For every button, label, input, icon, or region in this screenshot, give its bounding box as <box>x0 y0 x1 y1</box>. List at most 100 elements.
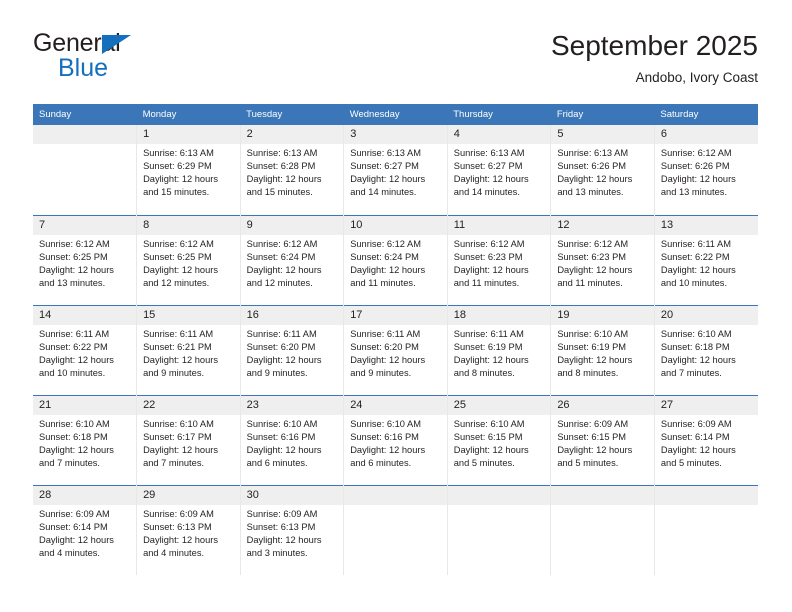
calendar-day-cell[interactable]: 16 Sunrise: 6:11 AM Sunset: 6:20 PM Dayligh… <box>239 304 344 395</box>
day-number: 20 <box>654 305 758 325</box>
calendar-day-cell[interactable]: 19 Sunrise: 6:10 AM Sunset: 6:19 PM Dayligh… <box>550 304 655 395</box>
day-number <box>344 485 447 505</box>
day-number: 23 <box>240 395 344 415</box>
calendar-day-cell[interactable]: 26 Sunrise: 6:09 AM Sunset: 6:15 PM Dayligh… <box>550 394 655 485</box>
sunset-text: Sunset: 6:13 PM <box>143 521 212 532</box>
sunset-text: Sunset: 6:25 PM <box>39 251 108 262</box>
calendar-day-cell[interactable]: 29 Sunrise: 6:09 AM Sunset: 6:13 PM Dayligh… <box>136 484 241 575</box>
calendar-day-cell[interactable]: 11 Sunrise: 6:12 AM Sunset: 6:23 PM Dayligh… <box>446 214 551 305</box>
day-number: 1 <box>137 125 240 144</box>
sunrise-text: Sunrise: 6:11 AM <box>660 238 731 249</box>
calendar-day-cell[interactable]: 2 Sunrise: 6:13 AM Sunset: 6:28 PM Daylight… <box>239 125 344 215</box>
day-detail: Sunrise: 6:11 AM Sunset: 6:21 PM Daylight:… <box>137 325 240 380</box>
calendar-day-cell[interactable]: 1 Sunrise: 6:13 AM Sunset: 6:29 PM Daylight… <box>136 125 241 215</box>
sunset-text: Sunset: 6:23 PM <box>453 251 523 262</box>
day-number: 14 <box>33 305 137 325</box>
sunrise-text: Sunrise: 6:11 AM <box>39 328 110 339</box>
sunset-text: Sunset: 6:20 PM <box>246 341 316 352</box>
daylight-text: Daylight: 12 hours and 6 minutes. <box>350 444 426 468</box>
calendar-day-cell[interactable]: 6 Sunrise: 6:12 AM Sunset: 6:26 PM Daylight… <box>653 125 758 215</box>
sunrise-text: Sunrise: 6:11 AM <box>143 328 214 339</box>
calendar-day-cell[interactable]: 18 Sunrise: 6:11 AM Sunset: 6:19 PM Dayligh… <box>446 304 551 395</box>
sunset-text: Sunset: 6:19 PM <box>453 341 523 352</box>
calendar-day-cell[interactable]: 23 Sunrise: 6:10 AM Sunset: 6:16 PM Dayligh… <box>239 394 344 485</box>
sunrise-text: Sunrise: 6:10 AM <box>350 418 421 429</box>
weekday-header-friday: Friday <box>550 104 655 125</box>
weekday-header-wednesday: Wednesday <box>343 104 448 125</box>
sunset-text: Sunset: 6:23 PM <box>557 251 627 262</box>
sunset-text: Sunset: 6:20 PM <box>350 341 419 352</box>
weekday-header-saturday: Saturday <box>654 104 758 125</box>
calendar-day-cell[interactable]: 24 Sunrise: 6:10 AM Sunset: 6:16 PM Dayligh… <box>343 394 448 485</box>
calendar-week-row: 1 Sunrise: 6:13 AM Sunset: 6:29 PM Daylight… <box>33 125 758 215</box>
day-number: 26 <box>551 395 654 415</box>
calendar-day-cell[interactable]: 4 Sunrise: 6:13 AM Sunset: 6:27 PM Daylight… <box>446 125 551 215</box>
daylight-text: Daylight: 12 hours and 9 minutes. <box>246 354 322 378</box>
sunset-text: Sunset: 6:25 PM <box>143 251 212 262</box>
sunrise-text: Sunrise: 6:12 AM <box>557 238 629 249</box>
sunset-text: Sunset: 6:26 PM <box>660 161 730 172</box>
day-detail: Sunrise: 6:11 AM Sunset: 6:22 PM Daylight:… <box>655 235 758 290</box>
calendar-day-cell[interactable]: 30 Sunrise: 6:09 AM Sunset: 6:13 PM Dayligh… <box>239 484 344 575</box>
calendar-day-cell[interactable]: 17 Sunrise: 6:11 AM Sunset: 6:20 PM Dayligh… <box>343 304 448 395</box>
calendar-day-cell[interactable]: 8 Sunrise: 6:12 AM Sunset: 6:25 PM Daylight… <box>136 214 241 305</box>
daylight-text: Daylight: 12 hours and 7 minutes. <box>143 444 218 468</box>
calendar-day-cell[interactable]: 15 Sunrise: 6:11 AM Sunset: 6:21 PM Dayligh… <box>136 304 241 395</box>
day-number: 5 <box>551 125 654 144</box>
day-number: 13 <box>654 215 758 235</box>
brand-logo[interactable]: General Blue <box>33 28 253 90</box>
calendar-day-cell[interactable]: 5 Sunrise: 6:13 AM Sunset: 6:26 PM Daylight… <box>550 125 655 215</box>
day-detail: Sunrise: 6:11 AM Sunset: 6:22 PM Daylight:… <box>33 325 136 380</box>
sunrise-text: Sunrise: 6:13 AM <box>246 148 318 158</box>
calendar-empty-cell <box>33 125 137 215</box>
day-number: 15 <box>137 305 240 325</box>
triangle-right-icon <box>102 35 131 54</box>
sunrise-text: Sunrise: 6:09 AM <box>660 418 732 429</box>
sunset-text: Sunset: 6:22 PM <box>660 251 730 262</box>
sunset-text: Sunset: 6:13 PM <box>246 521 316 532</box>
day-detail: Sunrise: 6:10 AM Sunset: 6:16 PM Daylight:… <box>241 415 344 470</box>
sunrise-text: Sunrise: 6:13 AM <box>557 148 629 158</box>
calendar-day-cell[interactable]: 10 Sunrise: 6:12 AM Sunset: 6:24 PM Dayligh… <box>343 214 448 305</box>
sunset-text: Sunset: 6:18 PM <box>39 431 108 442</box>
weekday-header-sunday: Sunday <box>33 104 137 125</box>
sunset-text: Sunset: 6:24 PM <box>246 251 316 262</box>
calendar-week-row: 21 Sunrise: 6:10 AM Sunset: 6:18 PM Dayligh… <box>33 394 758 485</box>
day-number: 3 <box>344 125 447 144</box>
weekday-header-row: Sunday Monday Tuesday Wednesday Thursday Frid… <box>33 104 758 125</box>
daylight-text: Daylight: 12 hours and 15 minutes. <box>143 174 218 198</box>
calendar-day-cell[interactable]: 25 Sunrise: 6:10 AM Sunset: 6:15 PM Dayligh… <box>446 394 551 485</box>
calendar-day-cell[interactable]: 14 Sunrise: 6:11 AM Sunset: 6:22 PM Dayligh… <box>33 304 137 395</box>
day-detail: Sunrise: 6:12 AM Sunset: 6:26 PM Daylight:… <box>655 144 758 199</box>
calendar-day-cell[interactable]: 12 Sunrise: 6:12 AM Sunset: 6:23 PM Dayligh… <box>550 214 655 305</box>
calendar-table: Sunday Monday Tuesday Wednesday Thursday Frid… <box>33 104 758 575</box>
calendar-day-cell[interactable]: 20 Sunrise: 6:10 AM Sunset: 6:18 PM Dayligh… <box>653 304 758 395</box>
calendar-day-cell[interactable]: 7 Sunrise: 6:12 AM Sunset: 6:25 PM Daylight… <box>33 214 137 305</box>
daylight-text: Daylight: 12 hours and 14 minutes. <box>453 174 529 198</box>
calendar-day-cell[interactable]: 9 Sunrise: 6:12 AM Sunset: 6:24 PM Daylight… <box>239 214 344 305</box>
sunset-text: Sunset: 6:22 PM <box>39 341 108 352</box>
day-number: 16 <box>240 305 344 325</box>
calendar-day-cell[interactable]: 13 Sunrise: 6:11 AM Sunset: 6:22 PM Dayligh… <box>653 214 758 305</box>
calendar-day-cell[interactable]: 3 Sunrise: 6:13 AM Sunset: 6:27 PM Daylight… <box>343 125 448 215</box>
day-detail: Sunrise: 6:09 AM Sunset: 6:13 PM Daylight:… <box>137 505 240 560</box>
daylight-text: Daylight: 12 hours and 9 minutes. <box>143 354 218 378</box>
sunrise-text: Sunrise: 6:10 AM <box>660 328 732 339</box>
daylight-text: Daylight: 12 hours and 5 minutes. <box>660 444 736 468</box>
sunset-text: Sunset: 6:26 PM <box>557 161 627 172</box>
calendar-day-cell[interactable]: 21 Sunrise: 6:10 AM Sunset: 6:18 PM Dayligh… <box>33 394 137 485</box>
sunset-text: Sunset: 6:28 PM <box>246 161 316 172</box>
calendar-day-cell[interactable]: 27 Sunrise: 6:09 AM Sunset: 6:14 PM Dayligh… <box>653 394 758 485</box>
daylight-text: Daylight: 12 hours and 14 minutes. <box>350 174 426 198</box>
sunrise-text: Sunrise: 6:09 AM <box>39 508 110 519</box>
sunrise-text: Sunrise: 6:12 AM <box>660 148 732 158</box>
daylight-text: Daylight: 12 hours and 5 minutes. <box>557 444 633 468</box>
sunset-text: Sunset: 6:16 PM <box>246 431 316 442</box>
calendar-day-cell[interactable]: 28 Sunrise: 6:09 AM Sunset: 6:14 PM Dayligh… <box>33 484 137 575</box>
calendar-day-cell[interactable]: 22 Sunrise: 6:10 AM Sunset: 6:17 PM Dayligh… <box>136 394 241 485</box>
day-number: 9 <box>240 215 344 235</box>
day-number: 7 <box>33 215 137 235</box>
sunset-text: Sunset: 6:27 PM <box>453 161 523 172</box>
sunrise-text: Sunrise: 6:10 AM <box>453 418 525 429</box>
day-detail: Sunrise: 6:10 AM Sunset: 6:18 PM Daylight:… <box>33 415 136 470</box>
